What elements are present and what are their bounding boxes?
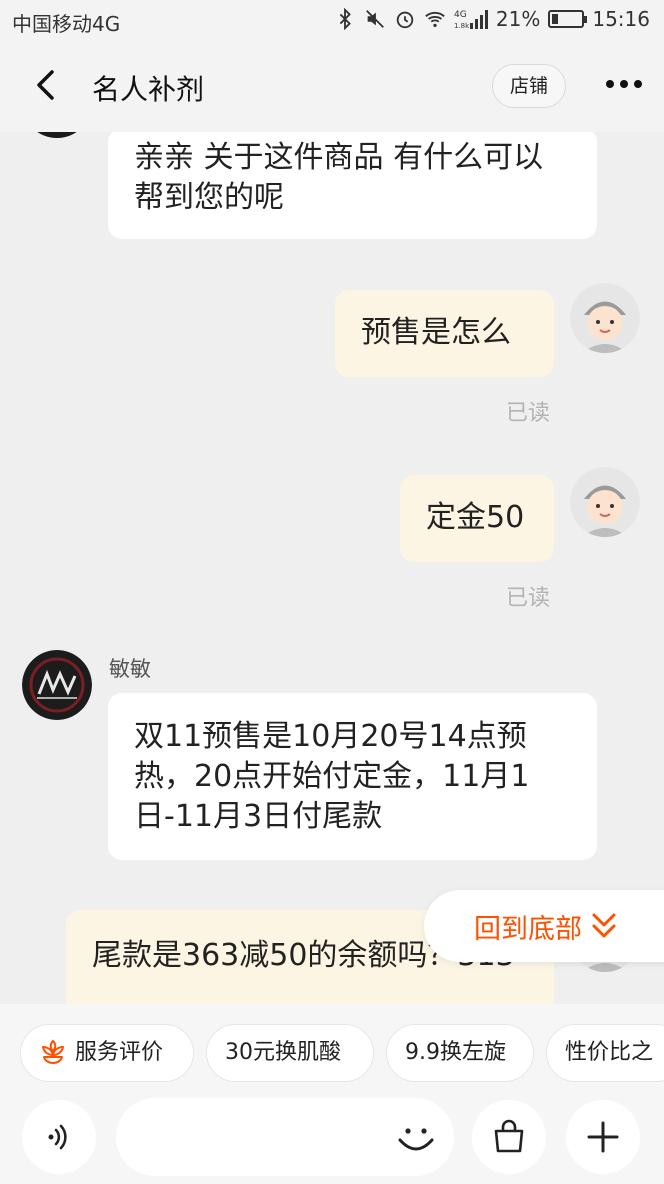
voice-icon (48, 1124, 67, 1150)
alarm-icon (396, 11, 414, 29)
quick-tag-label: 性价比之 (565, 1040, 654, 1065)
quick-reply-bar: 服务评价 30元换肌酸 9.9换左旋 性价比之 (0, 1004, 664, 1104)
outgoing-message-bubble[interactable]: 预售是怎么 (335, 290, 554, 377)
chat-message-list[interactable]: 亲亲 关于这件商品 有什么可以帮到您的呢 预售是怎么 已读 定金50 已读 敏敏… (0, 132, 664, 1004)
page-title: 名人补剂 (92, 73, 205, 106)
quick-tag-label: 服务评价 (75, 1040, 164, 1065)
shop-avatar[interactable] (22, 132, 92, 138)
double-chevron-down-icon (592, 913, 616, 938)
quick-tag[interactable]: 性价比之 (546, 1024, 664, 1082)
sender-name: 敏敏 (109, 657, 151, 681)
shop-button[interactable]: 店铺 (492, 64, 566, 108)
back-arrow-icon[interactable] (30, 68, 64, 102)
mute-icon (366, 10, 384, 28)
scroll-to-bottom-label: 回到底部 (474, 913, 582, 945)
message-text: 双11预售是10月20号14点预热，20点开始付定金，11月1日-11月3日付尾… (134, 719, 530, 834)
shopping-bag-button[interactable] (472, 1100, 546, 1174)
smile-icon[interactable] (394, 1116, 438, 1160)
read-receipt: 已读 (506, 401, 551, 426)
wifi-icon (425, 11, 445, 28)
plus-icon (587, 1121, 619, 1153)
clock: 15:16 (592, 7, 650, 31)
quick-tag-service-rating[interactable]: 服务评价 (20, 1024, 194, 1082)
more-dots-icon[interactable] (604, 74, 644, 94)
shopping-bag-icon (494, 1119, 524, 1153)
message-text: 预售是怎么 (361, 315, 511, 350)
quick-tag-label: 30元换肌酸 (225, 1040, 341, 1065)
battery-percent: 21% (495, 7, 541, 31)
signal-icon: 4G 1.8k (454, 10, 488, 30)
incoming-message-bubble[interactable]: 双11预售是10月20号14点预热，20点开始付定金，11月1日-11月3日付尾… (108, 693, 597, 860)
incoming-message-bubble[interactable]: 亲亲 关于这件商品 有什么可以帮到您的呢 (108, 132, 597, 239)
network-badge-bottom: 1.8k (454, 22, 470, 30)
message-text: 亲亲 关于这件商品 有什么可以帮到您的呢 (134, 140, 544, 215)
chat-header: 名人补剂 店铺 (0, 40, 664, 132)
quick-tag-label: 9.9换左旋 (405, 1040, 506, 1065)
message-text: 定金50 (426, 500, 525, 535)
voice-button[interactable] (22, 1100, 96, 1174)
flower-icon (42, 1040, 64, 1064)
network-badge-top: 4G (454, 10, 467, 20)
battery-fill (552, 14, 559, 24)
input-bar (0, 1090, 664, 1184)
battery-icon (548, 10, 588, 28)
carrier-label: 中国移动4G (12, 12, 121, 36)
status-bar: 中国移动4G 4G 1.8k 21% 15:16 (0, 0, 664, 40)
quick-tag[interactable]: 9.9换左旋 (386, 1024, 534, 1082)
status-icons: 4G 1.8k 21% 15:16 (334, 7, 650, 31)
outgoing-message-bubble[interactable]: 定金50 (400, 475, 554, 562)
plus-button[interactable] (566, 1100, 640, 1174)
user-avatar[interactable] (570, 283, 640, 353)
scroll-to-bottom-button[interactable]: 回到底部 (424, 890, 664, 962)
read-receipt: 已读 (506, 586, 551, 611)
quick-tag[interactable]: 30元换肌酸 (206, 1024, 374, 1082)
bluetooth-icon (339, 8, 351, 30)
shop-avatar[interactable] (22, 650, 92, 720)
user-avatar[interactable] (570, 467, 640, 537)
